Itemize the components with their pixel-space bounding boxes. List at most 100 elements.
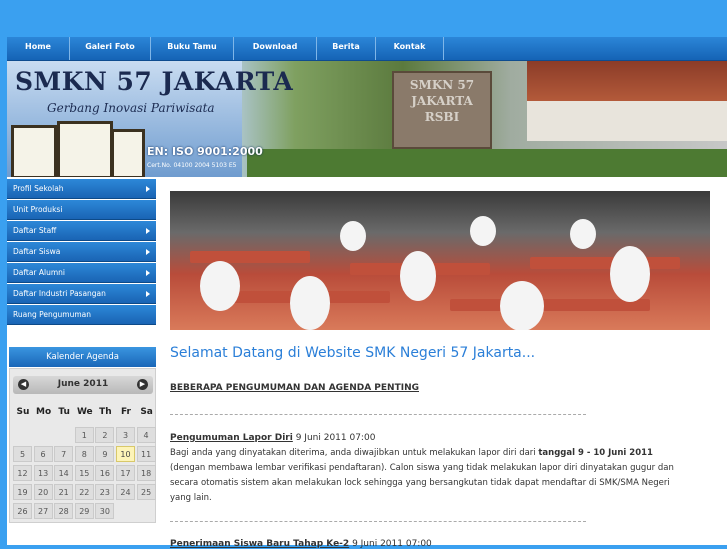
calendar-day[interactable]: 26 [13, 503, 32, 519]
calendar-day[interactable]: 13 [33, 465, 53, 481]
main-nav: Home Galeri Foto Buku Tamu Download Beri… [7, 37, 727, 61]
header-banner: SMKN 57 JAKARTA Gerbang Inovasi Pariwisa… [7, 61, 727, 177]
banner-building-image [527, 101, 727, 141]
sidebar-item-daftar-siswa[interactable]: Daftar Siswa [7, 242, 156, 262]
calendar-day[interactable]: 18 [136, 465, 156, 481]
announcement-title-link[interactable]: Pengumuman Lapor Diri [170, 433, 293, 443]
next-month-icon[interactable]: ▶ [137, 379, 148, 390]
welcome-heading: Selamat Datang di Website SMK Negeri 57 … [170, 345, 536, 361]
calendar-weekday-label: Th [99, 407, 112, 417]
calendar-weekday-label: We [76, 407, 93, 417]
calendar-widget: ◀ June 2011 ▶ Su Mo Tu We Th Fr Sa 1 2 3 4 5 6 7 8 9 10 1… [9, 368, 156, 523]
divider [170, 414, 586, 415]
announcement-title-link[interactable]: Penerimaan Siswa Baru Tahap Ke-2 [170, 539, 349, 549]
calendar-weekday-label: Tu [58, 407, 70, 417]
sidebar-item-label: Daftar Staff [13, 226, 57, 235]
student-figure [470, 216, 496, 246]
calendar-day[interactable]: 12 [13, 465, 32, 481]
calendar-day[interactable]: 11 [136, 446, 156, 462]
calendar-month-label: June 2011 [57, 379, 109, 389]
top-band [0, 0, 727, 36]
calendar-day[interactable]: 24 [116, 484, 135, 500]
calendar-day[interactable]: 29 [74, 503, 94, 519]
calendar-day[interactable]: 15 [74, 465, 94, 481]
calendar-day[interactable]: 1 [74, 427, 94, 443]
school-sign: SMKN 57 JAKARTA RSBI [392, 71, 492, 149]
sidebar-item-label: Ruang Pengumuman [13, 310, 91, 319]
sidebar-item-profil-sekolah[interactable]: Profil Sekolah [7, 179, 156, 199]
student-figure [570, 219, 596, 249]
student-figure [340, 221, 366, 251]
sidebar-item-daftar-industri-pasangan[interactable]: Daftar Industri Pasangan [7, 284, 156, 304]
sidebar-item-daftar-alumni[interactable]: Daftar Alumni [7, 263, 156, 283]
sidebar-item-daftar-staff[interactable]: Daftar Staff [7, 221, 156, 241]
calendar-day[interactable]: 23 [95, 484, 115, 500]
classroom-photo [170, 191, 710, 330]
announcement-text: Bagi anda yang dinyatakan diterima, anda… [170, 448, 539, 458]
calendar-day[interactable]: 20 [33, 484, 53, 500]
calendar-weekday-label: Sa [140, 407, 153, 417]
announcements-subheading[interactable]: BEBERAPA PENGUMUMAN DAN AGENDA PENTING [170, 383, 419, 393]
sidebar-item-ruang-pengumuman[interactable]: Ruang Pengumuman [7, 305, 156, 325]
calendar-day[interactable]: 22 [74, 484, 94, 500]
banner-lawn-image [247, 149, 727, 177]
calendar-weekday-label: Mo [36, 407, 52, 417]
calendar-day[interactable]: 8 [74, 446, 94, 462]
certificate-image [57, 121, 113, 177]
calendar-day[interactable]: 16 [95, 465, 115, 481]
chevron-right-icon [146, 249, 150, 255]
nav-buku-tamu[interactable]: Buku Tamu [151, 37, 234, 60]
announcement-title-row: Penerimaan Siswa Baru Tahap Ke-2 9 Juni … [170, 539, 432, 549]
calendar-day[interactable]: 6 [33, 446, 53, 462]
calendar-heading: Kalender Agenda [9, 347, 156, 367]
announcement-date-emphasis: tanggal 9 - 10 Juni 2011 [538, 448, 653, 458]
calendar-day[interactable]: 9 [95, 446, 115, 462]
certificate-image [111, 129, 145, 177]
announcement-title-row: Pengumuman Lapor Diri 9 Juni 2011 07:00 [170, 433, 375, 443]
calendar-day[interactable]: 17 [116, 465, 135, 481]
sidebar-item-unit-produksi[interactable]: Unit Produksi [7, 200, 156, 220]
calendar-day[interactable]: 21 [54, 484, 74, 500]
announcement-date: 9 Juni 2011 07:00 [352, 539, 432, 549]
student-figure [610, 246, 650, 302]
sidebar-item-label: Daftar Siswa [13, 247, 61, 256]
calendar-day[interactable]: 7 [54, 446, 74, 462]
calendar-month-bar: ◀ June 2011 ▶ [13, 376, 153, 394]
nav-kontak[interactable]: Kontak [376, 37, 444, 60]
certificate-image [11, 125, 57, 177]
calendar-day[interactable]: 27 [33, 503, 53, 519]
banner-roof-image [527, 61, 727, 101]
nav-home[interactable]: Home [7, 37, 70, 60]
calendar-day[interactable]: 30 [95, 503, 115, 519]
calendar-day[interactable]: 4 [136, 427, 156, 443]
chevron-right-icon [146, 228, 150, 234]
calendar-day[interactable]: 14 [54, 465, 74, 481]
sidebar-item-label: Daftar Alumni [13, 268, 65, 277]
chevron-right-icon [146, 291, 150, 297]
cert-number: Cert.No. 04100 2004 5103 E5 [147, 162, 237, 169]
desk-shape [190, 251, 310, 263]
chevron-right-icon [146, 270, 150, 276]
calendar-day[interactable]: 25 [136, 484, 156, 500]
announcement-text: (dengan membawa lembar verifikasi pendaf… [170, 463, 674, 503]
sidebar-item-label: Profil Sekolah [13, 184, 64, 193]
calendar-day[interactable]: 3 [116, 427, 135, 443]
desk-shape [450, 299, 650, 311]
calendar-day-today[interactable]: 10 [116, 446, 135, 462]
nav-download[interactable]: Download [234, 37, 317, 60]
page-container: Home Galeri Foto Buku Tamu Download Beri… [7, 37, 727, 549]
calendar-day[interactable]: 28 [54, 503, 74, 519]
sidebar-item-label: Unit Produksi [13, 205, 63, 214]
announcement-date: 9 Juni 2011 07:00 [295, 433, 376, 443]
nav-galeri-foto[interactable]: Galeri Foto [70, 37, 151, 60]
iso-label: EN: ISO 9001:2000 [147, 145, 263, 158]
sidebar-item-label: Daftar Industri Pasangan [13, 289, 106, 298]
calendar-day[interactable]: 5 [13, 446, 32, 462]
nav-berita[interactable]: Berita [317, 37, 376, 60]
student-figure [290, 276, 330, 330]
calendar-weekday-label: Fr [120, 407, 131, 417]
calendar-day[interactable]: 2 [95, 427, 115, 443]
calendar-weekday-label: Su [16, 407, 30, 417]
student-figure [200, 261, 240, 311]
calendar-day[interactable]: 19 [13, 484, 32, 500]
